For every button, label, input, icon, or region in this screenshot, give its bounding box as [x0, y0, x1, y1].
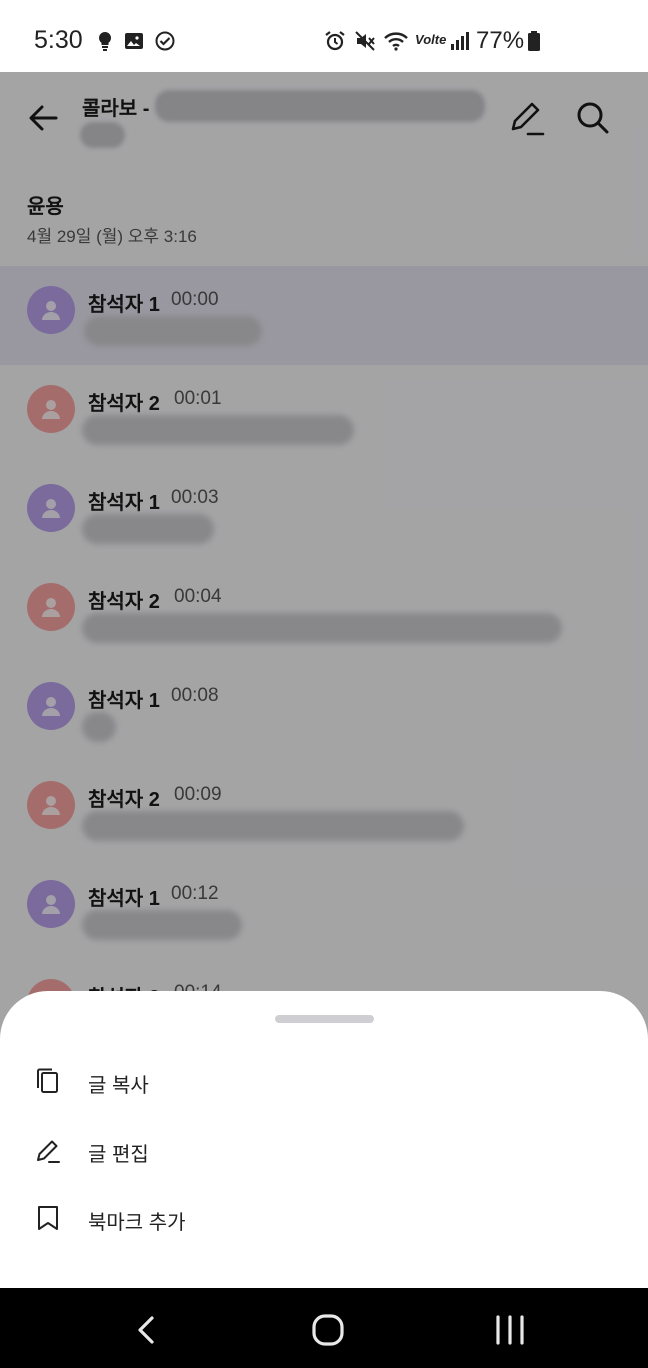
navigation-bar — [0, 1288, 648, 1368]
battery-icon — [528, 31, 540, 51]
wifi-icon — [384, 32, 408, 51]
back-icon[interactable] — [124, 1308, 168, 1352]
bulb-icon — [98, 31, 112, 51]
add-bookmark-button[interactable]: 북마크 추가 — [0, 1185, 648, 1251]
mute-icon — [355, 31, 375, 51]
copy-icon — [37, 1068, 58, 1093]
status-time: 5:30 — [34, 26, 83, 54]
alarm-icon — [325, 31, 345, 51]
recents-icon[interactable] — [488, 1308, 532, 1352]
drag-handle[interactable] — [275, 1015, 374, 1023]
network-label: Volte — [415, 32, 447, 47]
copy-text-label: 글 복사 — [88, 1075, 149, 1097]
gallery-icon — [125, 33, 143, 49]
signal-icon — [451, 32, 469, 50]
check-circle-icon — [155, 31, 175, 51]
add-bookmark-label: 북마크 추가 — [88, 1212, 186, 1234]
status-bar: 5:30 Volte 77% — [0, 0, 648, 72]
edit-text-label: 글 편집 — [88, 1144, 149, 1166]
edit-text-button[interactable]: 글 편집 — [0, 1117, 648, 1183]
copy-text-button[interactable]: 글 복사 — [0, 1048, 648, 1114]
bookmark-icon — [38, 1206, 58, 1230]
home-icon[interactable] — [306, 1308, 350, 1352]
bottom-sheet: 글 복사 글 편집 북마크 추가 — [0, 991, 648, 1288]
battery-percent: 77% — [476, 27, 525, 54]
pencil-icon — [37, 1140, 60, 1163]
